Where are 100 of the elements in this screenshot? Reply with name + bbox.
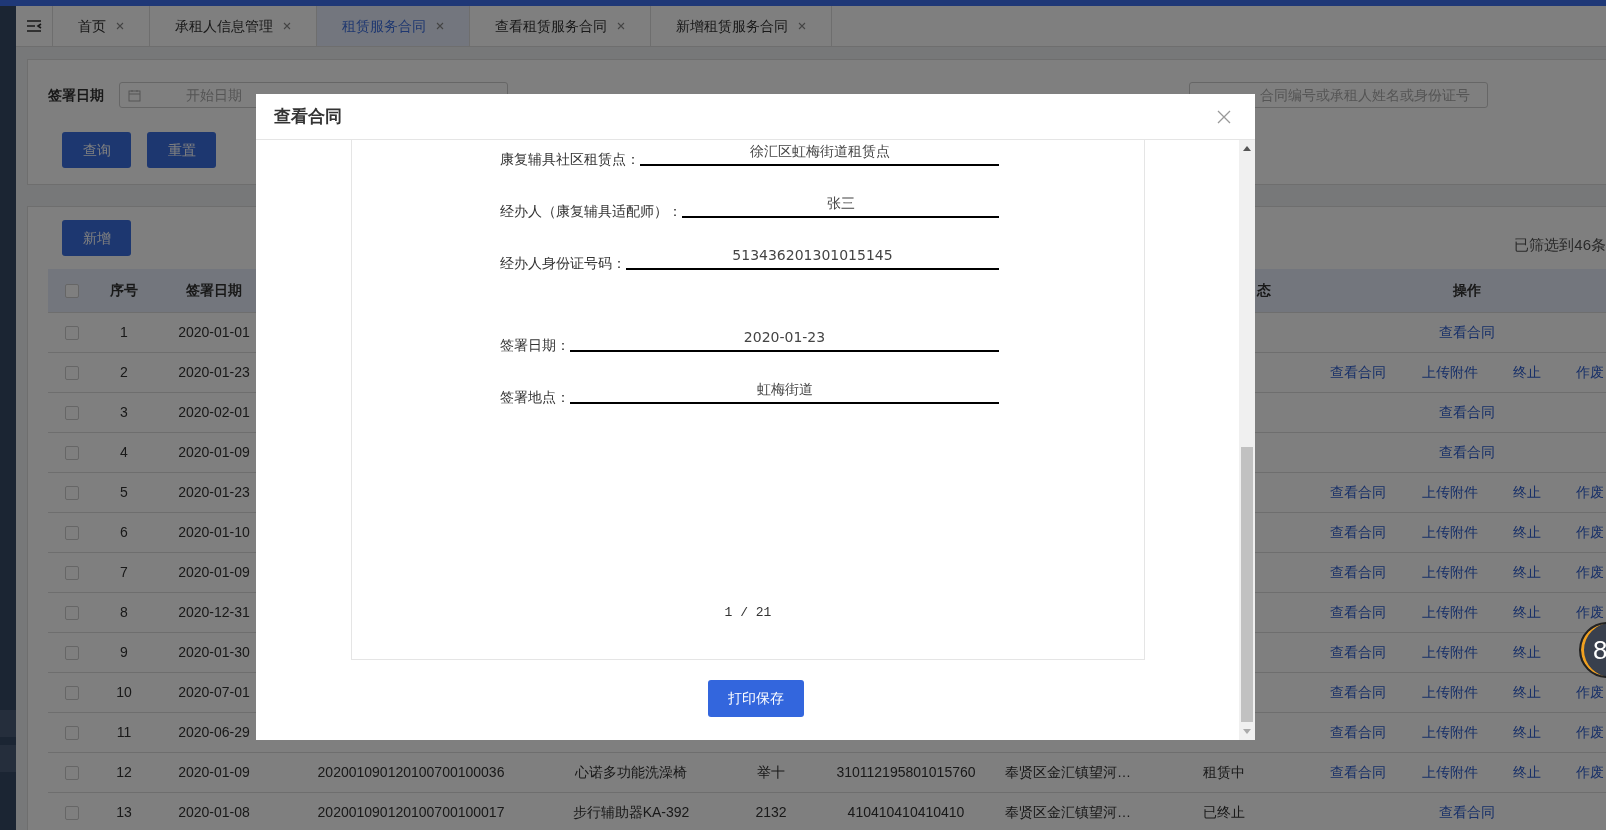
action-link[interactable]: 上传附件 bbox=[1422, 722, 1478, 743]
table-cell: 2020-01-23 bbox=[178, 364, 250, 380]
table-cell: 1 bbox=[120, 324, 128, 340]
checkbox[interactable] bbox=[65, 646, 79, 661]
page-number: 1 / 21 bbox=[723, 604, 773, 622]
action-link[interactable]: 查看合同 bbox=[1330, 362, 1386, 383]
scrollbar[interactable] bbox=[1239, 140, 1255, 740]
table-cell: 202001090120100700100017 bbox=[317, 804, 505, 820]
checkbox[interactable] bbox=[65, 766, 79, 781]
table-cell: 租赁中 bbox=[1203, 764, 1245, 780]
close-icon[interactable] bbox=[116, 22, 124, 30]
table-cell: 2132 bbox=[755, 804, 787, 820]
reset-button[interactable]: 重置 bbox=[147, 132, 216, 168]
action-link[interactable]: 终止 bbox=[1513, 362, 1541, 383]
action-link[interactable]: 上传附件 bbox=[1422, 762, 1478, 783]
fill-in-line: 张三 bbox=[682, 195, 999, 218]
action-link[interactable]: 终止 bbox=[1513, 482, 1541, 503]
action-link[interactable]: 查看合同 bbox=[1439, 802, 1495, 823]
close-icon[interactable] bbox=[283, 22, 291, 30]
checkbox[interactable] bbox=[65, 406, 79, 421]
checkbox[interactable] bbox=[65, 686, 79, 701]
action-link[interactable]: 上传附件 bbox=[1422, 362, 1478, 383]
action-link[interactable]: 查看合同 bbox=[1330, 722, 1386, 743]
action-link[interactable]: 上传附件 bbox=[1422, 642, 1478, 663]
sidebar-item[interactable] bbox=[0, 710, 16, 737]
menu-icon bbox=[26, 19, 42, 33]
checkbox[interactable] bbox=[65, 566, 79, 581]
table-cell: 心诺多功能洗澡椅 bbox=[575, 764, 687, 780]
result-count: 已筛选到46条 bbox=[1514, 235, 1606, 255]
action-link[interactable]: 作废 bbox=[1576, 482, 1604, 503]
action-link[interactable]: 作废 bbox=[1576, 562, 1604, 583]
action-link[interactable]: 上传附件 bbox=[1422, 562, 1478, 583]
checkbox[interactable] bbox=[65, 486, 79, 501]
table-cell: 8 bbox=[120, 604, 128, 620]
close-icon[interactable] bbox=[436, 22, 444, 30]
table-cell: 2020-01-09 bbox=[178, 564, 250, 580]
checkbox[interactable] bbox=[65, 606, 79, 621]
action-link[interactable]: 终止 bbox=[1513, 762, 1541, 783]
table-cell: 2020-01-08 bbox=[178, 804, 250, 820]
action-link[interactable]: 作废 bbox=[1576, 762, 1604, 783]
action-link[interactable]: 作废 bbox=[1576, 722, 1604, 743]
table-cell: 310112195801015760 bbox=[836, 764, 976, 780]
table-cell: 13 bbox=[116, 804, 132, 820]
scroll-up-icon[interactable] bbox=[1243, 146, 1251, 151]
action-link[interactable]: 终止 bbox=[1513, 722, 1541, 743]
add-button[interactable]: 新增 bbox=[62, 220, 131, 256]
action-link[interactable]: 查看合同 bbox=[1330, 642, 1386, 663]
table-cell: 奉贤区金汇镇望河… bbox=[1005, 804, 1131, 820]
column-header: 签署日期 bbox=[186, 281, 242, 298]
action-link[interactable]: 终止 bbox=[1513, 642, 1541, 663]
action-link[interactable]: 查看合同 bbox=[1439, 402, 1495, 423]
fill-in-line: 513436201301015145 bbox=[626, 247, 999, 270]
action-link[interactable]: 查看合同 bbox=[1330, 682, 1386, 703]
close-button[interactable] bbox=[1217, 109, 1231, 124]
close-icon[interactable] bbox=[617, 22, 625, 30]
table-cell: 2020-02-01 bbox=[178, 404, 250, 420]
search-button[interactable]: 查询 bbox=[62, 132, 131, 168]
action-link[interactable]: 上传附件 bbox=[1422, 682, 1478, 703]
checkbox[interactable] bbox=[65, 326, 79, 341]
checkbox[interactable] bbox=[65, 446, 79, 461]
action-link[interactable]: 终止 bbox=[1513, 522, 1541, 543]
checkbox[interactable] bbox=[65, 806, 79, 821]
table-cell: 3 bbox=[120, 404, 128, 420]
scroll-down-icon[interactable] bbox=[1243, 729, 1251, 734]
checkbox[interactable] bbox=[65, 284, 79, 299]
action-link[interactable]: 终止 bbox=[1513, 562, 1541, 583]
table-cell: 2020-12-31 bbox=[178, 604, 250, 620]
action-link[interactable]: 终止 bbox=[1513, 602, 1541, 623]
action-link[interactable]: 查看合同 bbox=[1439, 442, 1495, 463]
field-label: 签署日期 bbox=[48, 85, 105, 105]
scrollbar-thumb[interactable] bbox=[1241, 447, 1253, 722]
calendar-icon bbox=[128, 88, 141, 102]
action-link[interactable]: 作废 bbox=[1576, 602, 1604, 623]
action-link[interactable]: 查看合同 bbox=[1330, 522, 1386, 543]
table-cell: 2020-01-30 bbox=[178, 644, 250, 660]
action-link[interactable]: 查看合同 bbox=[1330, 482, 1386, 503]
checkbox[interactable] bbox=[65, 726, 79, 741]
table-cell: 202001090120100700100036 bbox=[317, 764, 505, 780]
action-link[interactable]: 查看合同 bbox=[1330, 602, 1386, 623]
action-link[interactable]: 作废 bbox=[1576, 682, 1604, 703]
fill-in-line: 虹梅街道 bbox=[570, 381, 999, 404]
action-link[interactable]: 作废 bbox=[1576, 522, 1604, 543]
print-save-button[interactable]: 打印保存 bbox=[707, 680, 804, 717]
sidebar-item[interactable] bbox=[0, 745, 16, 772]
action-link[interactable]: 查看合同 bbox=[1330, 562, 1386, 583]
checkbox[interactable] bbox=[65, 526, 79, 541]
close-icon bbox=[1217, 109, 1231, 124]
table-cell: 2020-07-01 bbox=[178, 684, 250, 700]
table-cell: 5 bbox=[120, 484, 128, 500]
close-icon[interactable] bbox=[798, 22, 806, 30]
action-link[interactable]: 上传附件 bbox=[1422, 482, 1478, 503]
action-link[interactable]: 查看合同 bbox=[1330, 762, 1386, 783]
action-link[interactable]: 上传附件 bbox=[1422, 602, 1478, 623]
action-link[interactable]: 查看合同 bbox=[1439, 322, 1495, 343]
action-link[interactable]: 作废 bbox=[1576, 362, 1604, 383]
action-link[interactable]: 终止 bbox=[1513, 682, 1541, 703]
page-tab[interactable]: 租赁服务合同 bbox=[317, 6, 470, 46]
checkbox[interactable] bbox=[65, 366, 79, 381]
column-header: 序号 bbox=[110, 281, 138, 298]
action-link[interactable]: 上传附件 bbox=[1422, 522, 1478, 543]
